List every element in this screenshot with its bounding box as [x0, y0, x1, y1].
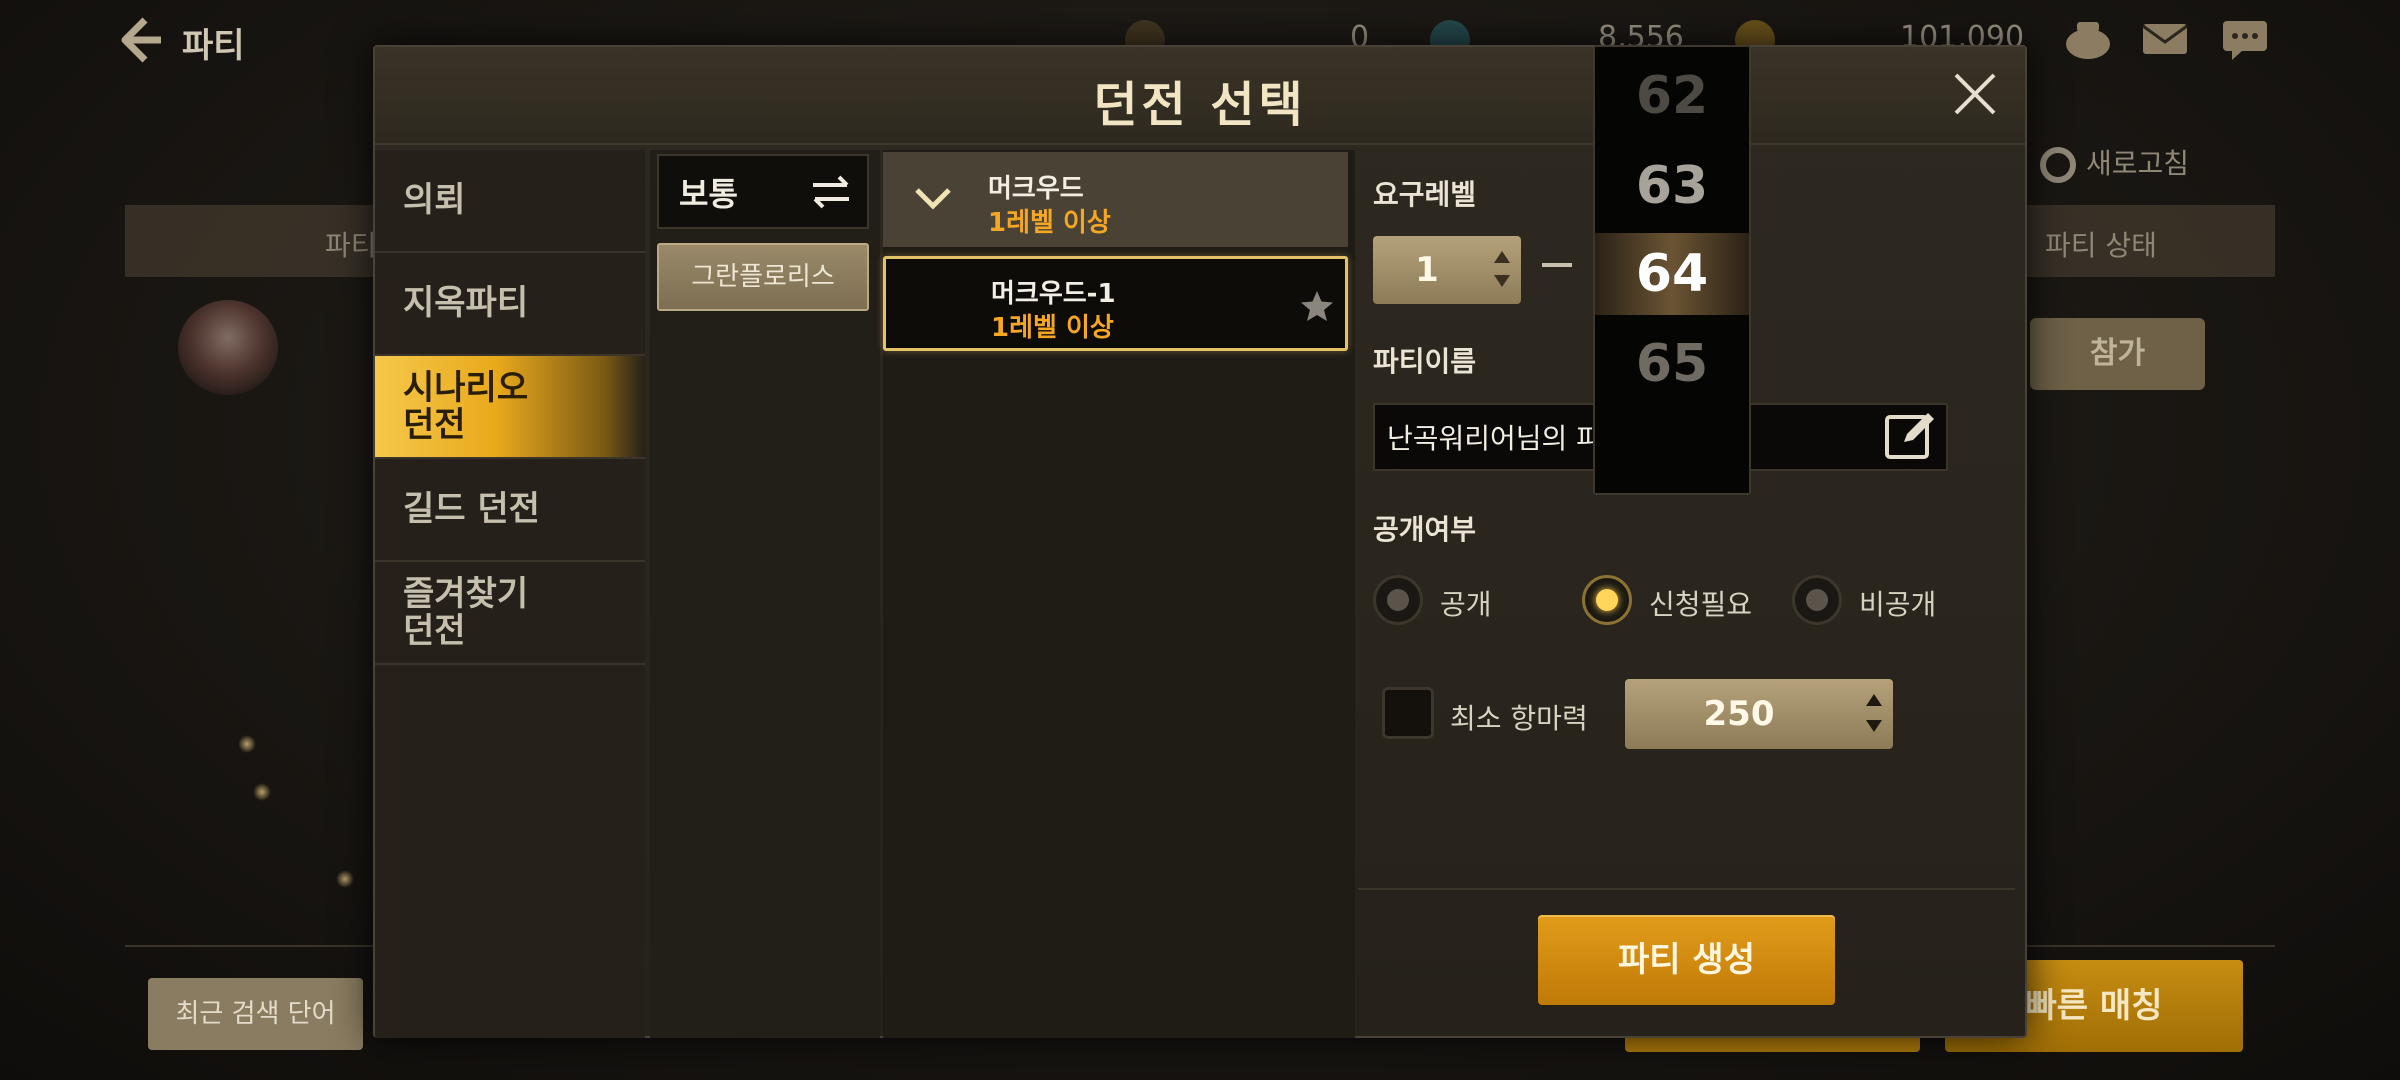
dungeon-group-name: 머크우드	[988, 174, 1084, 204]
difficulty-label: 보통	[679, 174, 738, 213]
category-scenario-dungeon[interactable]: 시나리오 던전	[375, 356, 645, 459]
required-level-label: 요구레벨	[1373, 178, 1477, 211]
level-option[interactable]: 65	[1595, 323, 1749, 405]
party-name-value: 난곡워리어님의 파	[1387, 422, 1602, 455]
create-party-button[interactable]: 파티 생성	[1538, 915, 1835, 1005]
close-icon[interactable]	[1950, 69, 2000, 119]
mail-icon[interactable]	[2140, 16, 2190, 62]
level-range-dash	[1542, 263, 1572, 267]
category-hell-party[interactable]: 지옥파티	[375, 253, 645, 356]
category-label: 즐겨찾기 던전	[403, 573, 529, 651]
dungeon-group-level: 1레벨 이상	[988, 208, 1111, 238]
recent-search-button[interactable]: 최근 검색 단어	[148, 978, 363, 1050]
min-level-stepper[interactable]: 1	[1373, 236, 1521, 304]
category-guild-dungeon[interactable]: 길드 던전	[375, 459, 645, 562]
sparkle-decoration	[253, 783, 271, 801]
bag-icon[interactable]	[2063, 16, 2113, 62]
swap-arrows-icon	[813, 175, 849, 209]
edit-icon[interactable]	[1882, 408, 1938, 462]
dungeon-list: 머크우드 1레벨 이상 머크우드-1 1레벨 이상	[883, 150, 1355, 1038]
dungeon-item[interactable]: 머크우드-1 1레벨 이상	[883, 256, 1348, 351]
settings-divider	[1358, 888, 2015, 890]
dungeon-group[interactable]: 머크우드 1레벨 이상	[883, 152, 1348, 247]
category-label: 길드 던전	[403, 489, 540, 530]
visibility-public-radio[interactable]	[1373, 575, 1423, 625]
area-button[interactable]: 그란플로리스	[657, 243, 869, 311]
category-label: 시나리오 던전	[403, 367, 529, 445]
modal-header: 던전 선택	[375, 47, 2025, 145]
level-option[interactable]: 62	[1595, 55, 1749, 137]
visibility-private-label[interactable]: 비공개	[1859, 583, 1936, 623]
radio-dot	[1806, 589, 1828, 611]
party-name-label: 파티이름	[1373, 345, 1477, 378]
modal-title: 던전 선택	[1093, 77, 1307, 133]
background-col-status: 파티 상태	[2045, 229, 2157, 262]
visibility-label: 공개여부	[1373, 513, 1477, 546]
refresh-icon	[2040, 147, 2076, 183]
min-power-stepper[interactable]: 250	[1625, 679, 1893, 749]
min-power-value: 250	[1703, 694, 1775, 734]
visibility-apply-label[interactable]: 신청필요	[1649, 583, 1752, 623]
visibility-public-label[interactable]: 공개	[1440, 583, 1492, 623]
background-col-party: 파티	[325, 229, 377, 262]
category-menu: 의뢰 지옥파티 시나리오 던전 길드 던전 즐겨찾기 던전	[375, 150, 645, 1038]
min-power-checkbox[interactable]	[1382, 687, 1434, 739]
radio-dot	[1596, 589, 1618, 611]
difficulty-toggle[interactable]: 보통	[657, 154, 869, 229]
category-label: 지옥파티	[403, 283, 529, 324]
back-arrow-icon[interactable]	[115, 14, 167, 66]
visibility-apply-radio[interactable]	[1582, 575, 1632, 625]
join-button[interactable]: 참가	[2030, 318, 2205, 390]
level-picker[interactable]: 62 63 64 65	[1593, 45, 1751, 495]
sparkle-decoration	[336, 870, 354, 888]
arrow-up-icon[interactable]	[1493, 250, 1511, 264]
level-option[interactable]: 63	[1595, 145, 1749, 227]
party-leader-avatar	[178, 300, 278, 395]
arrow-down-icon[interactable]	[1865, 719, 1883, 733]
category-favorite-dungeon[interactable]: 즐겨찾기 던전	[375, 562, 645, 665]
refresh-label: 새로고침	[2086, 147, 2190, 180]
arrow-down-icon[interactable]	[1493, 274, 1511, 288]
screen-title: 파티	[182, 26, 245, 66]
category-request[interactable]: 의뢰	[375, 150, 645, 253]
category-label: 의뢰	[403, 180, 466, 221]
level-option-selected[interactable]: 64	[1595, 233, 1749, 315]
dungeon-item-name: 머크우드-1	[991, 279, 1116, 309]
refresh-button[interactable]: 새로고침	[2040, 142, 2189, 183]
visibility-private-radio[interactable]	[1792, 575, 1842, 625]
radio-dot	[1387, 589, 1409, 611]
chevron-down-icon	[915, 188, 951, 210]
dungeon-item-level: 1레벨 이상	[991, 313, 1114, 343]
min-power-label: 최소 항마력	[1450, 702, 1588, 735]
arrow-up-icon[interactable]	[1865, 693, 1883, 707]
min-level-value: 1	[1415, 250, 1439, 290]
difficulty-column: 보통 그란플로리스	[650, 150, 880, 1038]
sparkle-decoration	[238, 735, 256, 753]
star-icon[interactable]	[1299, 289, 1335, 323]
chat-icon[interactable]	[2220, 16, 2270, 62]
